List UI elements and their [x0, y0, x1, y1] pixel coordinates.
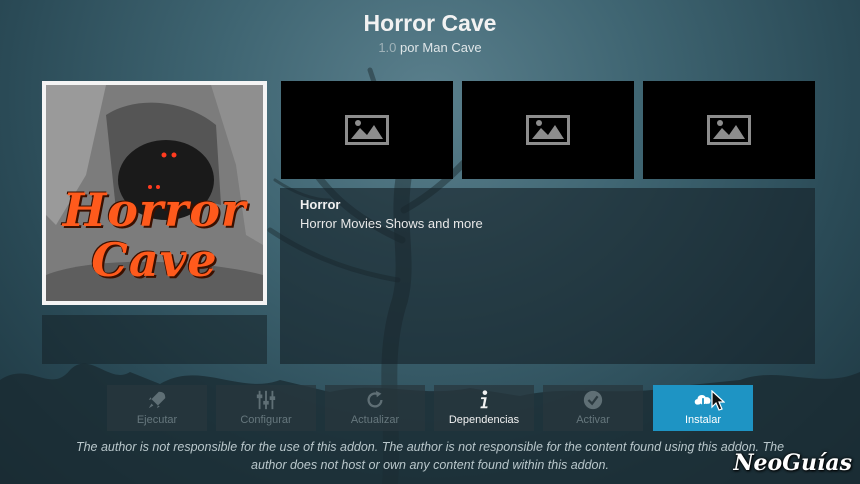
screenshot-1[interactable] — [281, 81, 453, 179]
addon-title: Horror Cave — [363, 10, 497, 36]
left-info-panel — [42, 315, 267, 364]
install-button[interactable]: Instalar — [653, 385, 753, 431]
addon-author: por Man Cave — [400, 40, 482, 55]
description-title: Horror — [300, 197, 341, 212]
addon-subtitle: 1.0 por Man Cave — [0, 40, 860, 55]
configure-button[interactable]: Configurar — [216, 385, 316, 431]
install-button-label: Instalar — [684, 414, 722, 426]
refresh-icon — [367, 390, 383, 408]
image-placeholder-icon — [707, 115, 751, 145]
sliders-icon — [256, 390, 276, 410]
update-button[interactable]: Actualizar — [325, 385, 425, 431]
enable-button[interactable]: Activar — [543, 385, 643, 431]
configure-button-label: Configurar — [240, 414, 292, 426]
check-circle-icon — [583, 390, 603, 410]
disclaimer-text: The author is not responsible for the us… — [75, 440, 785, 472]
addon-poster: Horror Cave — [42, 81, 267, 305]
poster-artwork: Horror Cave — [46, 85, 263, 301]
screenshot-2[interactable] — [462, 81, 634, 179]
mouse-pointer-icon — [711, 390, 725, 411]
description-text: Horror Movies Shows and more — [300, 216, 483, 231]
watermark-logo: NeoGuías — [733, 450, 852, 476]
dependencies-button[interactable]: Dependencias — [434, 385, 534, 431]
run-button-label: Ejecutar — [136, 414, 178, 426]
poster-title-line1: Horror — [62, 183, 247, 237]
screenshot-3[interactable] — [643, 81, 815, 179]
rocket-icon — [148, 391, 166, 409]
update-button-label: Actualizar — [350, 414, 400, 426]
info-icon — [480, 390, 488, 409]
poster-title-line2: Cave — [91, 233, 218, 287]
enable-button-label: Activar — [576, 414, 610, 426]
dependencies-button-label: Dependencias — [448, 414, 520, 426]
run-button[interactable]: Ejecutar — [107, 385, 207, 431]
image-placeholder-icon — [345, 115, 389, 145]
image-placeholder-icon — [526, 115, 570, 145]
description-panel: Horror Horror Movies Shows and more — [280, 188, 815, 364]
addon-version: 1.0 — [378, 40, 397, 55]
